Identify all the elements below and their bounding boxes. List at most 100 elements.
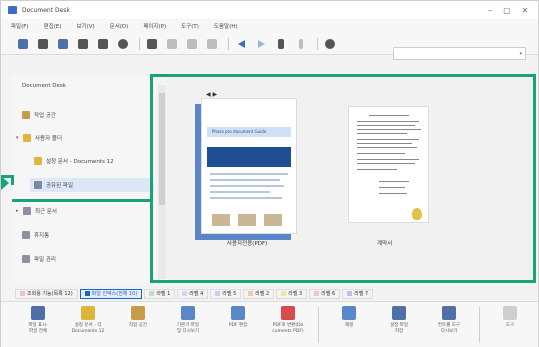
sidebar-item-label: 설정 문서 - Documents 12 — [46, 159, 114, 165]
rotate-button[interactable] — [204, 36, 220, 52]
label-filter-tag[interactable]: 라벨 2 — [243, 288, 275, 299]
page-nav-arrows[interactable]: ◀ ▶ — [206, 91, 217, 98]
user-button[interactable] — [164, 36, 180, 52]
tool-label: 설정 파일 저장 — [390, 323, 408, 334]
new-document-button[interactable] — [15, 36, 31, 52]
tool-label: PDF로 변환(Do cuments PDF) — [272, 323, 304, 334]
open-icon — [38, 38, 48, 49]
two-page-button[interactable] — [95, 36, 111, 52]
label-filter-tag[interactable]: 라벨 7 — [342, 288, 374, 299]
menu-tools[interactable]: 도구(T) — [181, 22, 199, 30]
forward-button[interactable] — [253, 36, 269, 52]
toolbar-separator — [479, 307, 480, 343]
label-color-swatch — [248, 291, 254, 296]
label-filter-bar: 조회용 기능(목록 12) 파일 인덱스(전체 10) 라벨 1 라벨 4 라벨 5 라벨… — [15, 288, 525, 299]
signature-stamp — [412, 208, 422, 220]
label-filter-tag[interactable]: 조회용 기능(목록 12) — [15, 288, 78, 299]
label-color-swatch — [281, 291, 287, 296]
sidebar-header: Document Desk — [22, 83, 66, 89]
menu-view[interactable]: 보기(V) — [76, 22, 94, 30]
document-grid: ◀ ▶ Phase pro document Guide 사용자전용(PDF) — [167, 76, 538, 282]
sidebar-item-workspace[interactable]: 작업 공간 — [22, 108, 56, 122]
sidebar-item-file-manager[interactable]: 파일 관리 — [22, 252, 56, 266]
text-line — [210, 173, 288, 175]
bottom-tool-button[interactable]: 설정 문서 - 각 Documents 12 — [63, 302, 113, 347]
zoom-button[interactable] — [115, 36, 131, 52]
document-thumbnail-1[interactable]: ◀ ▶ Phase pro document Guide — [201, 91, 297, 234]
label-color-swatch — [20, 291, 25, 296]
label-filter-tag[interactable]: 파일 인덱스(전체 10) — [79, 288, 143, 299]
menu-file[interactable]: 파일(F) — [11, 22, 29, 30]
bookmark-button[interactable] — [144, 36, 160, 52]
sidebar-item-user-folder[interactable]: ▾ 사용자 폴더 — [16, 131, 62, 145]
chevron-down-icon[interactable]: ▾ — [519, 51, 522, 57]
menu-bar: 파일(F) 편집(E) 보기(V) 문서(D) 페이지(P) 도구(T) 도움말… — [1, 19, 538, 33]
sidebar-item-recent[interactable]: ▸ 최근 문서 — [16, 204, 57, 218]
minimize-button[interactable]: – — [485, 5, 495, 15]
label-filter-tag[interactable]: 라벨 6 — [309, 288, 341, 299]
single-page-button[interactable] — [75, 36, 91, 52]
bottom-tool-button[interactable]: PDF로 변환(Do cuments PDF) — [263, 302, 313, 347]
app-window: Document Desk – ▢ ✕ 파일(F) 편집(E) 보기(V) 문서… — [0, 0, 539, 347]
text-line — [210, 185, 284, 187]
arrow-left-icon — [237, 39, 245, 48]
scrollbar-thumb[interactable] — [159, 93, 165, 205]
label-filter-text: 라벨 6 — [321, 291, 336, 297]
open-button[interactable] — [35, 36, 51, 52]
doc-banner — [207, 147, 291, 167]
label-filter-tag[interactable]: 라벨 4 — [177, 288, 209, 299]
sidebar-scrollbar[interactable] — [158, 85, 166, 279]
sidebar-item-shared-files[interactable]: 공유된 파일 — [30, 178, 154, 192]
sidebar-item-trash[interactable]: 휴지통 — [22, 228, 49, 242]
window-title: Document Desk — [22, 6, 70, 14]
rotate-icon — [207, 38, 217, 49]
text-line — [379, 181, 409, 182]
print-button[interactable] — [184, 36, 200, 52]
bottom-tool-button[interactable]: 작업 공간 — [113, 302, 163, 347]
bottom-tool-button[interactable]: 컨트롤 도구 다시보기 — [424, 302, 474, 347]
chevron-right-icon[interactable]: ▸ — [16, 208, 22, 214]
bottom-tool-button[interactable]: 설정 파일 저장 — [374, 302, 424, 347]
menu-document[interactable]: 문서(D) — [110, 22, 129, 30]
text-line — [379, 187, 405, 188]
bottom-tool-button[interactable]: 재생 — [324, 302, 374, 347]
maximize-button[interactable]: ▢ — [502, 5, 512, 15]
text-line — [357, 133, 407, 134]
bottom-tool-button[interactable]: 기본기 파일 및 다시보기 — [163, 302, 213, 347]
text-line — [357, 153, 405, 154]
menu-help[interactable]: 도움말(H) — [214, 22, 238, 30]
search-icon — [325, 38, 335, 49]
tool-icon — [503, 306, 517, 320]
bottom-tool-button[interactable]: PDF 편집 — [213, 302, 263, 347]
files-icon — [22, 255, 30, 263]
text-line — [357, 121, 419, 122]
close-button[interactable]: ✕ — [520, 5, 530, 15]
doc-image — [264, 214, 282, 226]
save-button[interactable] — [55, 36, 71, 52]
document-caption-2: 계약서 — [377, 241, 393, 247]
label-filter-tag[interactable]: 라벨 1 — [144, 288, 176, 299]
more-button[interactable] — [293, 36, 309, 52]
text-line — [357, 143, 412, 144]
text-line — [210, 179, 280, 181]
sidebar-item-label: 휴지통 — [34, 233, 50, 239]
text-line — [357, 169, 397, 170]
back-button[interactable] — [233, 36, 249, 52]
text-line — [357, 147, 417, 148]
tool-icon — [231, 306, 245, 320]
menu-page[interactable]: 페이지(P) — [143, 22, 166, 30]
document-thumbnail-2[interactable] — [348, 106, 429, 223]
bottom-tool-button[interactable]: 도구 — [485, 302, 535, 347]
sidebar-item-settings-docs[interactable]: 설정 문서 - Documents 12 — [34, 154, 114, 168]
search-button[interactable] — [322, 36, 338, 52]
doc-image — [212, 214, 230, 226]
tool-label: PDF 편집 — [228, 323, 248, 328]
search-input[interactable]: ▾ — [393, 47, 526, 60]
print-icon — [187, 38, 197, 49]
menu-edit[interactable]: 편집(E) — [44, 22, 62, 30]
label-filter-tag[interactable]: 라벨 5 — [210, 288, 242, 299]
chevron-down-icon[interactable]: ▾ — [16, 135, 22, 141]
up-button[interactable] — [273, 36, 289, 52]
bottom-tool-button[interactable]: 파일 표시· 파일 전체 — [13, 302, 63, 347]
label-filter-tag[interactable]: 라벨 3 — [276, 288, 308, 299]
